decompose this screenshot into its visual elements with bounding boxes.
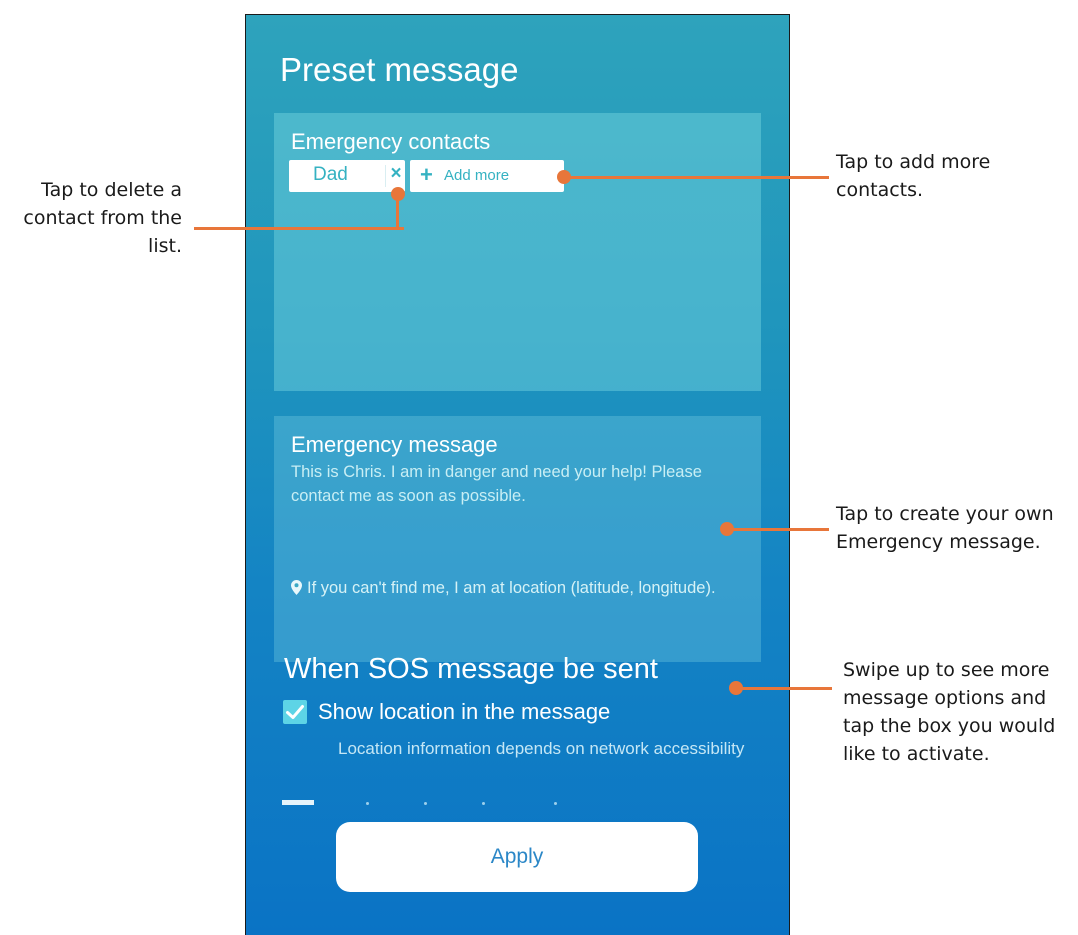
location-note: Location information depends on network … [338,739,745,758]
page-indicator-dot [482,802,485,805]
callout-line: contact from the [23,207,182,229]
location-text: If you can't find me, I am at location (… [307,579,716,597]
callout-create-message: Tap to create your own Emergency message… [836,500,1054,556]
callout-line: tap the box you would [843,715,1056,737]
page-indicator-dot [424,802,427,805]
callout-line: Tap to create your own [836,503,1054,525]
callout-leader-swipe [736,687,832,690]
contact-chip-label: Dad [313,164,348,185]
callout-line: message options and [843,687,1047,709]
callout-marker-add [557,170,571,184]
callout-delete-contact: Tap to delete a contact from the list. [23,176,182,260]
contact-chip-dad[interactable]: Dad × [289,160,405,192]
emergency-contacts-card[interactable]: Emergency contacts Dad × + Add more [274,113,761,391]
page-indicator-active [282,800,314,805]
show-location-label[interactable]: Show location in the message [318,699,610,725]
page-indicator-dot [554,802,557,805]
callout-add-contacts: Tap to add more contacts. [836,148,990,204]
add-more-button[interactable]: + Add more [410,160,564,192]
apply-button[interactable]: Apply [336,822,698,892]
location-line: If you can't find me, I am at location (… [291,576,741,600]
callout-line: like to activate. [843,743,990,765]
callout-leader-delete [194,227,404,230]
add-more-label: Add more [444,167,510,184]
callout-marker-create [720,522,734,536]
show-location-checkbox[interactable] [283,700,307,724]
callout-marker-swipe [729,681,743,695]
callout-leader-add [563,176,829,179]
callout-line: Tap to add more [836,151,991,173]
emergency-message-heading: Emergency message [291,432,498,457]
plus-icon: + [420,162,433,187]
delete-contact-icon[interactable]: × [387,163,405,185]
emergency-contacts-heading: Emergency contacts [291,129,491,154]
emergency-message-card[interactable]: Emergency message This is Chris. I am in… [274,416,761,662]
callout-swipe-options: Swipe up to see more message options and… [843,656,1055,768]
checkmark-icon [286,705,304,719]
page-indicator-dot [366,802,369,805]
callout-line: list. [148,235,182,257]
emergency-message-text[interactable]: This is Chris. I am in danger and need y… [291,460,751,508]
callout-line: Swipe up to see more [843,659,1050,681]
callout-marker-delete [391,187,405,201]
page-title: Preset message [280,51,519,88]
callout-line: contacts. [836,179,924,201]
map-pin-icon [291,580,302,595]
callout-leader-create [726,528,829,531]
callout-line: Tap to delete a [41,179,182,201]
callout-line: Emergency message. [836,531,1041,553]
chip-divider [385,165,386,187]
sos-section-heading: When SOS message be sent [284,653,658,685]
phone-screen: Preset message Emergency contacts Dad × … [245,14,790,935]
callout-leader-delete-vertical [396,196,399,230]
